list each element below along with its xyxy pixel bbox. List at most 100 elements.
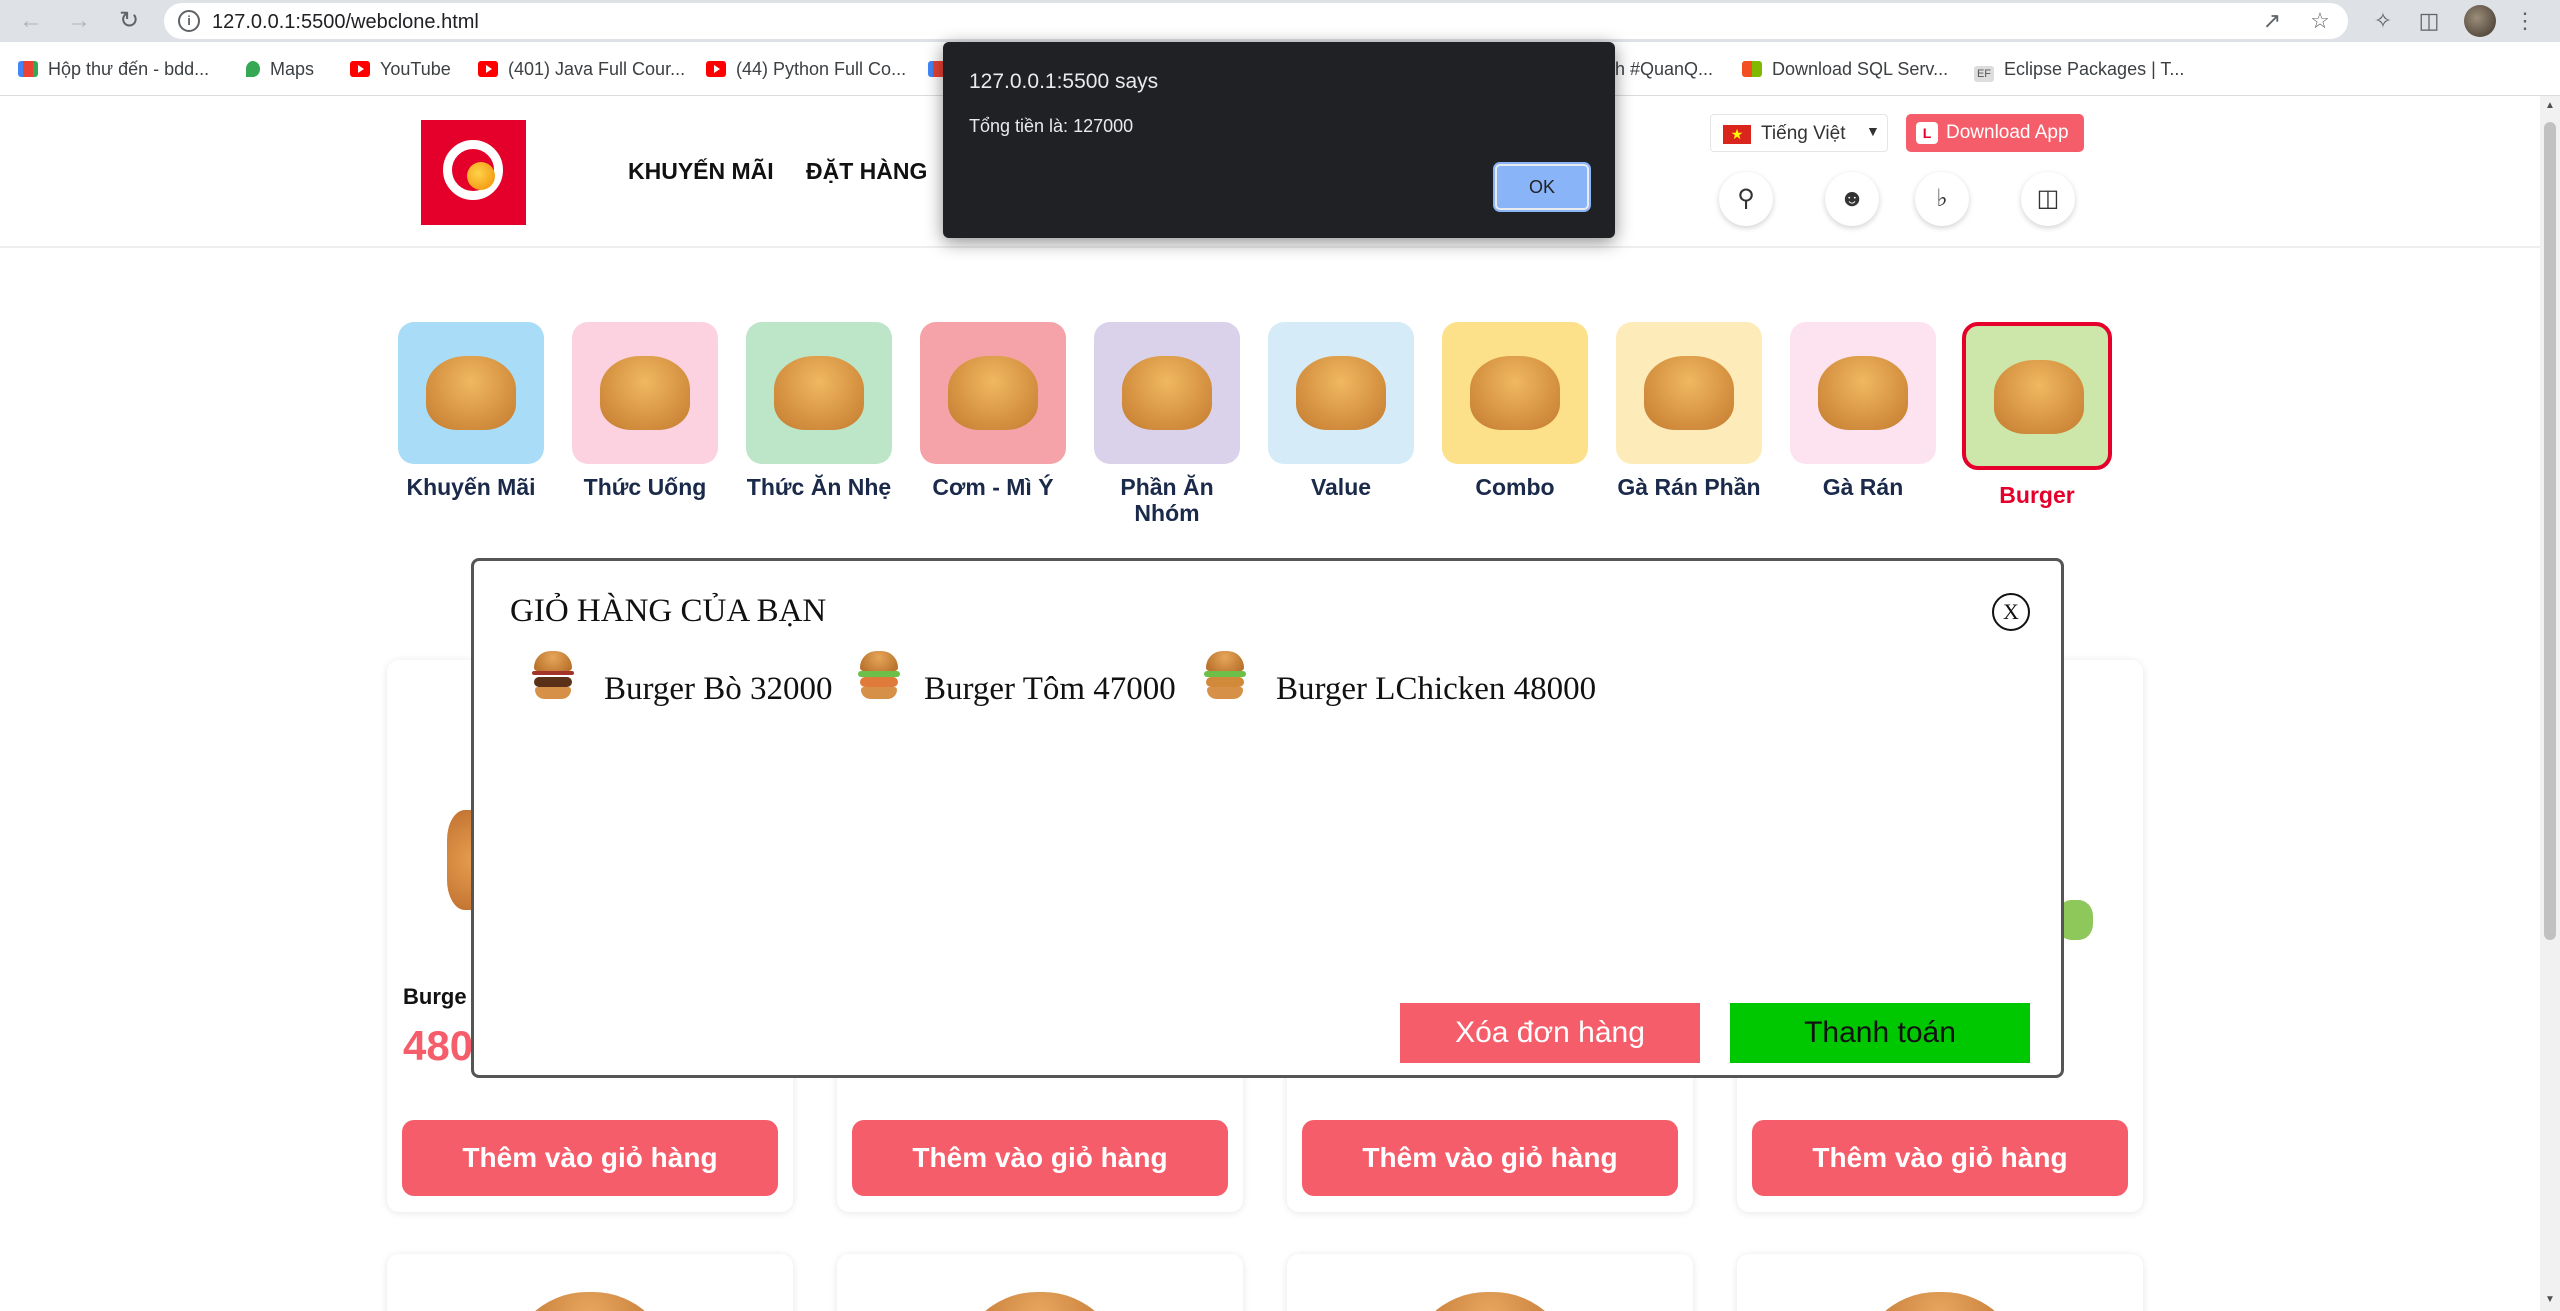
close-cart-button[interactable]: X: [1992, 593, 2030, 631]
burger-image: [957, 1292, 1123, 1311]
category-label: Khuyến Mãi: [406, 474, 536, 500]
cart-title: GIỎ HÀNG CỦA BẠN: [510, 593, 827, 629]
cart-modal: GIỎ HÀNG CỦA BẠN X Burger Bò 32000 Burge…: [471, 558, 2064, 1078]
bookmark-eclipse[interactable]: EF Eclipse Packages | T...: [1974, 56, 2184, 82]
product-card: [1287, 1254, 1693, 1311]
alert-message: Tổng tiền là: 127000: [969, 116, 1134, 136]
checkout-button[interactable]: Thanh toán: [1730, 1003, 2030, 1063]
scroll-up-icon[interactable]: ▲: [2544, 100, 2556, 112]
category-label: Phần Ăn Nhóm: [1120, 474, 1214, 526]
category-label: Gà Rán Phần: [1617, 474, 1761, 500]
add-to-cart-button[interactable]: Thêm vào giỏ hàng: [1752, 1120, 2128, 1196]
burger-thumb-icon: [532, 651, 574, 701]
category-label: Value: [1310, 474, 1372, 500]
gmail-icon: [18, 61, 38, 77]
bookmark-sql-server[interactable]: Download SQL Serv...: [1742, 56, 1948, 82]
category-label: Thức Uống: [583, 474, 707, 500]
category-image: [572, 322, 718, 464]
bookmark-python[interactable]: (44) Python Full Co...: [706, 56, 906, 82]
category-label: Burger: [1999, 482, 2075, 508]
nav-dat-hang[interactable]: ĐẶT HÀNG: [806, 158, 927, 185]
bookmark-gmail[interactable]: Hộp thư đến - bdd...: [18, 56, 209, 82]
product-name: Burge: [403, 984, 467, 1009]
youtube-icon: [350, 61, 370, 77]
youtube-icon: [478, 61, 498, 77]
nav-khuyen-mai[interactable]: KHUYẾN MÃI: [628, 158, 774, 185]
page-content: KHUYẾN MÃI ĐẶT HÀNG ★ Tiếng Việt ▼ L Dow…: [0, 96, 2540, 1311]
category-label: Thức Ăn Nhẹ: [746, 474, 892, 500]
shopping-bag-icon[interactable]: ◫: [2021, 172, 2075, 226]
category-7[interactable]: Combo: [1442, 322, 1588, 500]
category-9[interactable]: Gà Rán: [1790, 322, 1936, 500]
back-icon[interactable]: ←: [16, 6, 46, 36]
share-icon[interactable]: ↗: [2258, 7, 2286, 35]
page-scrollbar[interactable]: ▲ ▼: [2540, 96, 2560, 1311]
burger-thumb-icon: [1204, 651, 1246, 701]
user-icon[interactable]: ☻: [1825, 172, 1879, 226]
bell-icon[interactable]: ♭: [1915, 172, 1969, 226]
product-card: [387, 1254, 793, 1311]
burger-image: [1407, 1292, 1573, 1311]
alert-heading: 127.0.0.1:5500 says: [969, 70, 1159, 93]
add-to-cart-button[interactable]: Thêm vào giỏ hàng: [852, 1120, 1228, 1196]
caret-down-icon: ▼: [1866, 123, 1880, 139]
category-image: [1790, 322, 1936, 464]
alert-ok-button[interactable]: OK: [1495, 164, 1589, 210]
product-price: 480: [403, 1022, 474, 1069]
bookmark-star-icon[interactable]: ☆: [2306, 7, 2334, 35]
category-1[interactable]: Khuyến Mãi: [398, 322, 544, 500]
clear-order-button[interactable]: Xóa đơn hàng: [1400, 1003, 1700, 1063]
url-text[interactable]: 127.0.0.1:5500/webclone.html: [212, 11, 479, 34]
add-to-cart-button[interactable]: Thêm vào giỏ hàng: [402, 1120, 778, 1196]
category-label: Cơm - Mì Ý: [932, 474, 1054, 500]
category-image: [746, 322, 892, 464]
download-app-button[interactable]: L Download App: [1906, 114, 2084, 152]
scroll-down-icon[interactable]: ▼: [2544, 1294, 2556, 1306]
site-info-icon[interactable]: i: [178, 10, 200, 32]
reload-icon[interactable]: ↻: [114, 6, 144, 36]
category-2[interactable]: Thức Uống: [572, 322, 718, 500]
category-label: Gà Rán: [1822, 474, 1904, 500]
language-selector[interactable]: ★ Tiếng Việt ▼: [1710, 114, 1888, 152]
maps-icon: [246, 61, 260, 77]
bookmark-quanq[interactable]: ch #QuanQ...: [1606, 56, 1713, 82]
forward-icon[interactable]: →: [64, 6, 94, 36]
alert-dialog: 127.0.0.1:5500 says Tổng tiền là: 127000…: [943, 42, 1615, 238]
bookmark-youtube[interactable]: YouTube: [350, 56, 451, 82]
category-5[interactable]: Phần Ăn Nhóm: [1094, 322, 1240, 526]
brand-logo[interactable]: [421, 120, 526, 225]
category-image: [1268, 322, 1414, 464]
bookmark-maps[interactable]: Maps: [246, 56, 314, 82]
add-to-cart-button[interactable]: Thêm vào giỏ hàng: [1302, 1120, 1678, 1196]
microsoft-icon: [1742, 61, 1762, 77]
side-panel-icon[interactable]: ◫: [2414, 6, 2444, 36]
category-3[interactable]: Thức Ăn Nhẹ: [746, 322, 892, 500]
category-image: [398, 322, 544, 464]
scrollbar-thumb[interactable]: [2544, 122, 2556, 940]
category-image: [1616, 322, 1762, 464]
eclipse-icon: EF: [1974, 66, 1994, 82]
browser-toolbar: ← → ↻ i 127.0.0.1:5500/webclone.html ↗ ☆…: [0, 0, 2560, 42]
youtube-icon: [706, 61, 726, 77]
category-image: [920, 322, 1066, 464]
menu-kebab-icon[interactable]: ⋮: [2510, 6, 2540, 36]
profile-avatar[interactable]: [2464, 5, 2496, 37]
category-image: [1442, 322, 1588, 464]
location-icon[interactable]: ⚲: [1719, 172, 1773, 226]
bookmark-java[interactable]: (401) Java Full Cour...: [478, 56, 685, 82]
burger-image: [1857, 1292, 2023, 1311]
vietnam-flag-icon: ★: [1723, 125, 1751, 144]
category-label: Combo: [1475, 474, 1555, 500]
product-card: [837, 1254, 1243, 1311]
category-8[interactable]: Gà Rán Phần: [1616, 322, 1762, 500]
category-6[interactable]: Value: [1268, 322, 1414, 500]
extensions-icon[interactable]: ✧: [2368, 6, 2398, 36]
address-bar[interactable]: i 127.0.0.1:5500/webclone.html ↗ ☆: [164, 3, 2348, 39]
category-image: [1962, 322, 2112, 470]
category-4[interactable]: Cơm - Mì Ý: [920, 322, 1066, 500]
app-icon: L: [1916, 122, 1938, 144]
category-image: [1094, 322, 1240, 464]
product-card: [1737, 1254, 2143, 1311]
category-10[interactable]: Burger: [1962, 322, 2112, 508]
burger-thumb-icon: [858, 651, 900, 701]
